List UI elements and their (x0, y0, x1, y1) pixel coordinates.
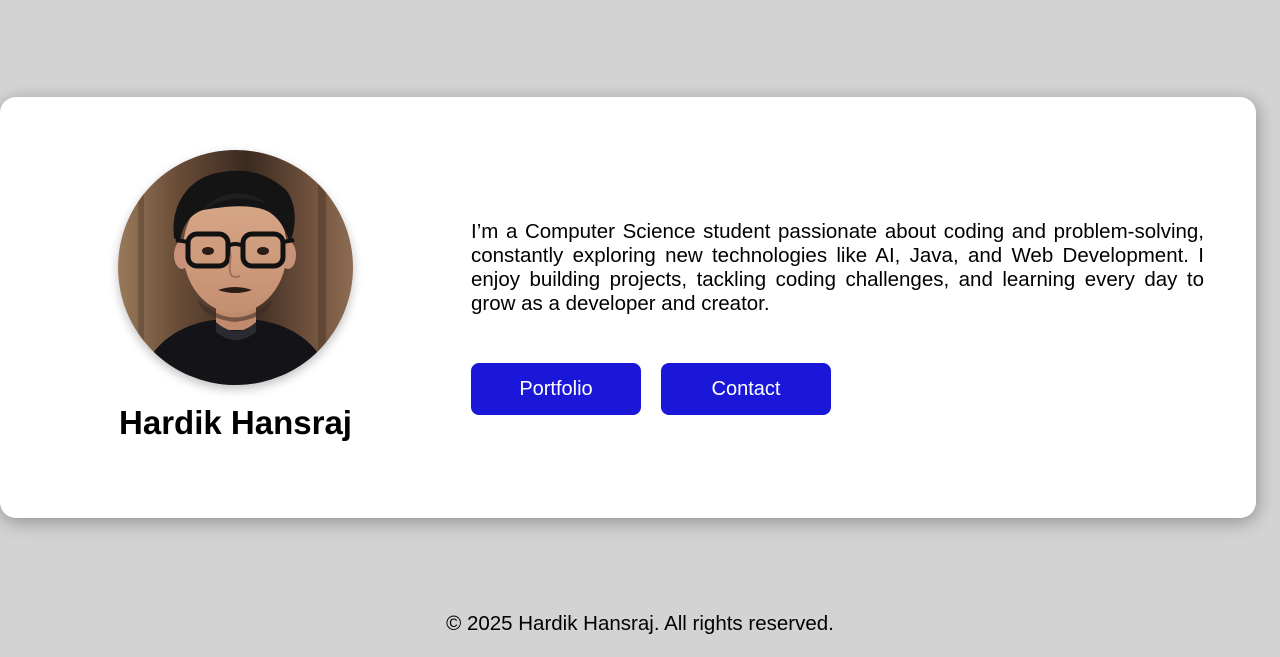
footer-copyright: © 2025 Hardik Hansraj. All rights reserv… (446, 612, 834, 635)
about-text: I’m a Computer Science student passionat… (471, 220, 1204, 315)
avatar (118, 150, 353, 385)
profile-card: Hardik Hansraj I’m a Computer Science st… (0, 97, 1256, 518)
avatar-photo (118, 150, 353, 385)
profile-name: Hardik Hansraj (119, 404, 352, 441)
portfolio-button[interactable]: Portfolio (471, 363, 641, 415)
page: Hardik Hansraj I’m a Computer Science st… (0, 0, 1280, 657)
action-buttons: Portfolio Contact (471, 363, 831, 415)
profile-section: Hardik Hansraj (118, 150, 353, 441)
contact-button[interactable]: Contact (661, 363, 831, 415)
